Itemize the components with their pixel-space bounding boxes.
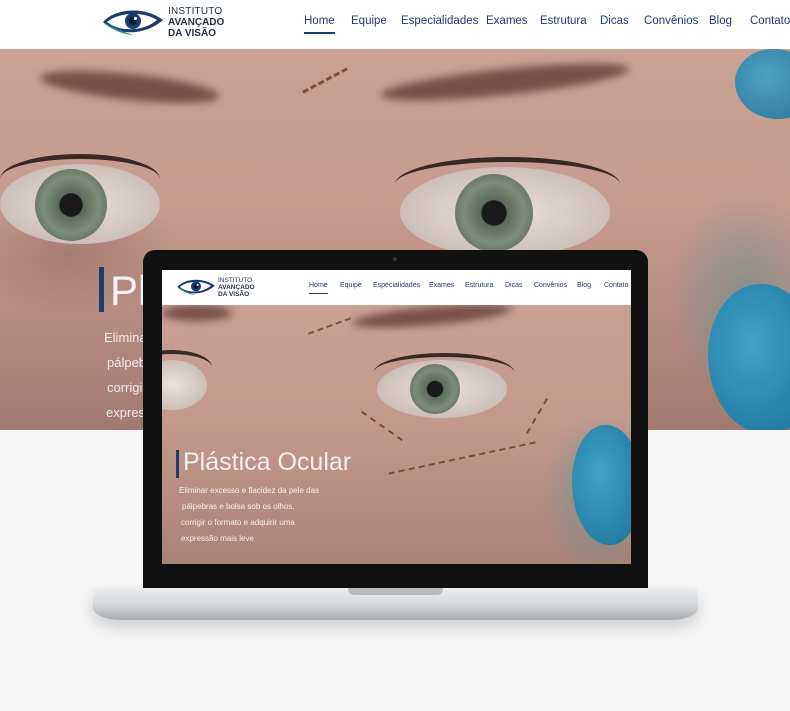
laptop-mockup: INSTITUTO AVANÇADO DA VISÃO Home Equipe … (143, 250, 648, 588)
brand-line-2: AVANÇADO (218, 283, 255, 291)
screen-hero-subtitle: Eliminar excesso e flacidez da pele das … (179, 483, 319, 547)
eye-logo-icon (103, 10, 163, 35)
nav-dicas[interactable]: Dicas (600, 15, 629, 27)
screen-nav-estrutura[interactable]: Estrutura (465, 282, 493, 289)
brand-line-1: INSTITUTO (218, 276, 253, 284)
screen-brand-name: INSTITUTO AVANÇADO DA VISÃO (218, 277, 255, 298)
brand-line-1: INSTITUTO (168, 5, 223, 17)
hero-title: Pl (110, 267, 148, 314)
nav-home[interactable]: Home (304, 15, 335, 34)
screen-nav-contato[interactable]: Contato (604, 282, 629, 289)
screen-nav-convenios[interactable]: Convênios (534, 282, 567, 289)
hero-title-accent (99, 267, 104, 312)
brand-line-3: DA VISÃO (218, 290, 250, 298)
laptop-base-notch (348, 588, 443, 595)
screen-nav-dicas[interactable]: Dicas (505, 282, 523, 289)
screen-nav-equipe[interactable]: Equipe (340, 282, 362, 289)
screen-hero-banner: Plástica Ocular Eliminar excesso e flaci… (162, 305, 631, 564)
nav-equipe[interactable]: Equipe (351, 15, 387, 27)
site-header: INSTITUTO AVANÇADO DA VISÃO Home Equipe … (0, 0, 790, 49)
screen-nav-home[interactable]: Home (309, 282, 328, 294)
screen-nav-blog[interactable]: Blog (577, 282, 591, 289)
eye-logo-icon (177, 279, 215, 296)
nav-blog[interactable]: Blog (709, 15, 732, 27)
screen-nav-exames[interactable]: Exames (429, 282, 454, 289)
screen-hero-subtitle-line: expressão mais leve (181, 534, 254, 543)
nav-convenios[interactable]: Convênios (644, 15, 698, 27)
brand-line-3: DA VISÃO (168, 27, 216, 39)
nav-exames[interactable]: Exames (486, 15, 528, 27)
screen-hero-title-accent (176, 450, 179, 478)
nav-especialidades[interactable]: Especialidades (401, 15, 478, 27)
laptop-base (93, 588, 698, 620)
screen-brand-logo[interactable]: INSTITUTO AVANÇADO DA VISÃO (176, 276, 255, 298)
screen-site-header: INSTITUTO AVANÇADO DA VISÃO Home Equipe … (162, 270, 631, 305)
screen-hero-title: Plástica Ocular (183, 448, 352, 476)
screen-hero-subtitle-line: pálpebras e bolsa sob os olhos, (182, 502, 295, 511)
laptop-screen: INSTITUTO AVANÇADO DA VISÃO Home Equipe … (162, 270, 631, 564)
brand-line-2: AVANÇADO (168, 16, 225, 28)
nav-estrutura[interactable]: Estrutura (540, 15, 587, 27)
screen-nav-especialidades[interactable]: Especialidades (373, 282, 420, 289)
screen-hero-subtitle-line: Eliminar excesso e flacidez da pele das (179, 486, 320, 495)
nav-contato[interactable]: Contato (750, 15, 790, 27)
brand-logo[interactable]: INSTITUTO AVANÇADO DA VISÃO (101, 5, 224, 39)
laptop-camera (393, 257, 397, 261)
brand-name: INSTITUTO AVANÇADO DA VISÃO (168, 6, 224, 39)
screen-hero-subtitle-line: corrigir o formato e adquirir uma (181, 518, 295, 527)
